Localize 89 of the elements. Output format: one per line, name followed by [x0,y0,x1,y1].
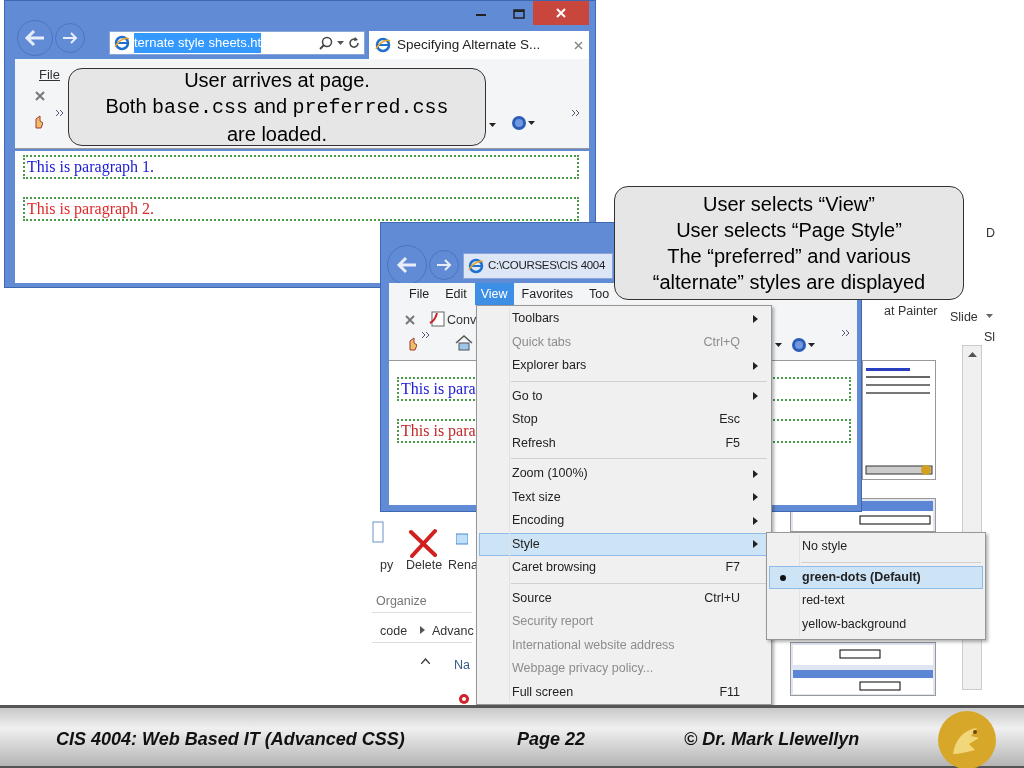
chevron-icon[interactable] [55,109,65,117]
pdf-icon[interactable] [429,311,445,327]
menu-item[interactable]: Stop Esc [479,408,769,432]
submenu-arrow-icon [753,540,758,549]
maximize-icon [513,9,525,19]
menu-item[interactable]: Zoom (100%) [479,462,769,486]
delete-icon [408,528,438,558]
forward-arrow-icon [62,31,78,45]
help-icon[interactable] [791,337,815,353]
browser-logo-icon [375,37,391,53]
refresh-icon [348,37,360,49]
menu-item[interactable]: Text size [479,485,769,509]
browser-tab[interactable]: Specifying Alternate S... [369,31,589,59]
ribbon-group-label: Organize [376,593,427,610]
minimize-icon [476,12,486,16]
dropdown-caret-icon [775,343,782,347]
back-arrow-icon [396,256,418,274]
submenu-arrow-icon [753,493,758,502]
paragraph-text: This is para [401,422,476,439]
menu-item[interactable]: File [401,283,438,305]
ribbon-label: D [986,225,996,242]
breadcrumb-item[interactable]: Advanc [432,622,474,641]
submenu-arrow-icon [753,392,758,401]
menu-item[interactable]: File [39,65,60,85]
menu-item[interactable]: yellow-background [769,612,983,636]
toolbar-button[interactable]: Conv [447,311,477,330]
submenu-arrow-icon [753,469,758,478]
menu-item[interactable]: Go to [479,384,769,408]
menu-item[interactable]: Too [581,283,618,305]
submenu-arrow-icon [753,361,758,370]
column-header[interactable]: Na [454,656,470,675]
scroll-up-icon [967,352,977,357]
close-tab-icon[interactable] [574,40,583,50]
callout-text: User selects “View” User selects “Page Style” The “preferred” and various “alternate” styles are displayed [652,192,926,295]
dropdown-caret-icon [986,314,993,318]
menu-item[interactable]: Refresh F5 [479,431,769,455]
chevron-icon[interactable] [841,329,851,337]
menu-item[interactable]: Toolbars [479,307,769,331]
chevron-icon[interactable] [571,109,581,117]
collapse-caret-icon [421,658,430,664]
tab-title: Specifying Alternate S... [397,35,542,54]
menu-item[interactable]: Full screen F11 [479,680,769,704]
browser-logo-icon [114,35,130,51]
new-slide-button[interactable]: Slide [950,308,978,327]
gesture-icon[interactable] [33,115,43,129]
menu-item[interactable]: Edit [437,283,475,305]
callout-text: User arrives at page. Both base.css and preferred.css are loaded. [105,68,449,147]
submenu-arrow-icon [753,314,758,323]
menu-item[interactable]: No style [769,535,983,559]
help-icon[interactable] [511,115,535,131]
menu-item[interactable]: green-dots (Default) [769,565,983,589]
close-button[interactable] [533,1,589,25]
menu-item[interactable]: Encoding [479,509,769,533]
menu-item[interactable]: Favorites [513,283,581,305]
menu-item[interactable]: red-text [769,589,983,613]
dropdown-caret-icon [337,41,344,45]
address-bar[interactable]: C:\COURSES\CIS 4004 [463,253,613,279]
submenu-arrow-icon [753,516,758,525]
page-number: Page 22 [517,728,586,751]
close-icon [556,8,566,18]
ribbon-label: Sl [984,329,996,346]
browser-logo-icon [468,258,484,274]
slide-thumbnail-drawing[interactable] [790,642,936,696]
delete-button[interactable]: Delete [406,556,443,575]
back-arrow-icon [24,29,46,47]
dropdown-caret-icon [489,123,496,127]
breadcrumb-item[interactable]: code [380,622,408,641]
stop-icon[interactable] [35,91,45,101]
search-icon [319,36,333,50]
address-text[interactable]: C:\COURSES\CIS 4004 [488,257,605,275]
forward-arrow-icon [436,258,452,272]
menu-item[interactable]: Style [479,532,769,556]
chevron-icon[interactable] [421,331,431,339]
menu-item[interactable]: Caret browsing F7 [479,556,769,580]
paragraph: This is paragraph 1. [23,155,579,179]
paragraph-text: This is para [401,380,476,397]
ribbon-label: at Painter [884,303,938,320]
menu-item[interactable]: Source Ctrl+U [479,586,769,610]
menu-item[interactable]: Explorer bars [479,354,769,378]
footer-text: © Dr. Mark Llewellyn [684,728,860,751]
logo-icon [935,708,999,768]
footer-text: CIS 4004: Web Based IT (Advanced CSS) [56,728,405,751]
copy-button[interactable]: py [380,556,394,575]
slide-thumbnail-drawing[interactable] [862,360,936,480]
stop-icon[interactable] [405,315,415,325]
home-icon[interactable] [455,335,473,351]
breadcrumb-separator-icon [420,626,425,634]
bullet-icon [780,574,786,581]
gesture-icon[interactable] [407,337,417,351]
